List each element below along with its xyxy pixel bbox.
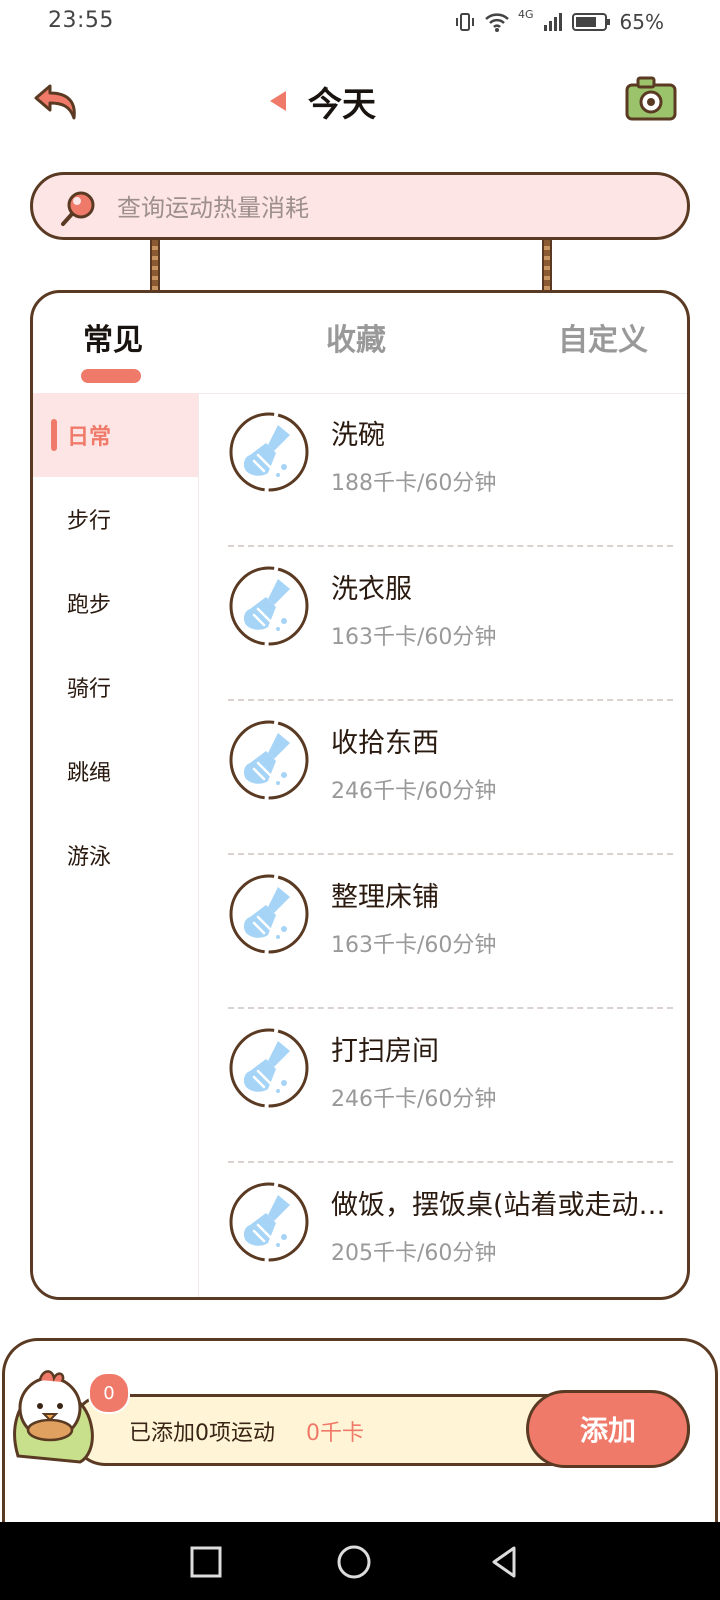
previous-day-arrow-icon[interactable] bbox=[270, 91, 286, 111]
search-bar[interactable] bbox=[30, 172, 690, 240]
sidebar-item-running[interactable]: 跑步 bbox=[33, 561, 198, 645]
page-title[interactable]: 今天 bbox=[308, 77, 376, 126]
activity-name: 洗衣服 bbox=[331, 574, 412, 605]
broom-icon bbox=[229, 566, 309, 646]
tab-label: 常见 bbox=[83, 323, 143, 358]
sidebar-item-jump-rope[interactable]: 跳绳 bbox=[33, 729, 198, 813]
exercise-panel: 常见 收藏 自定义 日常 步行 跑步 骑行 跳绳 游泳 洗碗 188千卡/60分… bbox=[30, 290, 690, 1300]
status-time: 23:55 bbox=[48, 8, 114, 33]
wifi-icon bbox=[485, 13, 509, 32]
broom-icon bbox=[229, 1028, 309, 1108]
activity-calories: 246千卡/60分钟 bbox=[331, 1087, 497, 1112]
activity-calories: 246千卡/60分钟 bbox=[331, 779, 497, 804]
status-icons: 4G 65% bbox=[454, 7, 664, 34]
list-item[interactable]: 整理床铺 163千卡/60分钟 bbox=[198, 855, 687, 1009]
sidebar-item-label: 游泳 bbox=[67, 845, 112, 870]
added-count-text: 已添加0项运动 bbox=[129, 1421, 275, 1446]
search-input[interactable] bbox=[115, 187, 659, 229]
category-tabs: 常见 收藏 自定义 bbox=[33, 293, 687, 394]
back-arrow-icon[interactable] bbox=[30, 72, 86, 128]
home-icon[interactable] bbox=[334, 1542, 374, 1582]
sidebar-item-swimming[interactable]: 游泳 bbox=[33, 813, 198, 897]
broom-icon bbox=[229, 412, 309, 492]
activity-list: 洗碗 188千卡/60分钟 洗衣服 163千卡/60分钟 收拾东西 246千卡/… bbox=[198, 393, 687, 1297]
category-sidebar: 日常 步行 跑步 骑行 跳绳 游泳 bbox=[33, 393, 199, 1297]
sidebar-item-label: 日常 bbox=[67, 425, 112, 450]
camera-icon[interactable] bbox=[624, 72, 678, 126]
battery-level: 65% bbox=[619, 10, 664, 34]
activity-name: 做饭，摆饭桌(站着或走动… bbox=[331, 1190, 666, 1221]
network-type: 4G bbox=[518, 7, 534, 21]
list-item[interactable]: 打扫房间 246千卡/60分钟 bbox=[198, 1009, 687, 1163]
broom-icon bbox=[229, 1182, 309, 1262]
activity-name: 收拾东西 bbox=[331, 728, 439, 759]
tab-label: 自定义 bbox=[558, 323, 648, 358]
added-calories-text: 0千卡 bbox=[306, 1421, 364, 1446]
sidebar-item-label: 骑行 bbox=[67, 677, 112, 702]
activity-calories: 188千卡/60分钟 bbox=[331, 471, 497, 496]
status-bar: 23:55 4G 65% bbox=[0, 0, 720, 48]
activity-name: 洗碗 bbox=[331, 420, 385, 451]
sidebar-item-daily[interactable]: 日常 bbox=[33, 393, 198, 477]
sidebar-item-label: 跑步 bbox=[67, 593, 112, 618]
list-item[interactable]: 洗衣服 163千卡/60分钟 bbox=[198, 547, 687, 701]
activity-calories: 163千卡/60分钟 bbox=[331, 933, 497, 958]
date-selector: 今天 bbox=[270, 76, 450, 126]
broom-icon bbox=[229, 874, 309, 954]
battery-icon bbox=[571, 13, 610, 31]
sidebar-item-label: 跳绳 bbox=[67, 761, 112, 786]
activity-calories: 205千卡/60分钟 bbox=[331, 1241, 497, 1266]
add-button[interactable]: 添加 bbox=[526, 1390, 690, 1468]
broom-icon bbox=[229, 720, 309, 800]
tab-custom[interactable]: 自定义 bbox=[553, 315, 653, 365]
tab-common[interactable]: 常见 bbox=[78, 315, 148, 383]
activity-calories: 163千卡/60分钟 bbox=[331, 625, 497, 650]
activity-name: 打扫房间 bbox=[331, 1036, 439, 1067]
vibrate-icon bbox=[456, 13, 475, 31]
list-item[interactable]: 收拾东西 246千卡/60分钟 bbox=[198, 701, 687, 855]
system-nav-bar bbox=[0, 1522, 720, 1600]
list-item[interactable]: 做饭，摆饭桌(站着或走动… 205千卡/60分钟 bbox=[198, 1163, 687, 1297]
signal-icon bbox=[543, 13, 562, 31]
activity-name: 整理床铺 bbox=[331, 882, 439, 913]
search-icon bbox=[61, 191, 95, 226]
tab-label: 收藏 bbox=[326, 323, 386, 358]
rope-decoration bbox=[542, 240, 552, 290]
tab-favorites[interactable]: 收藏 bbox=[321, 315, 391, 365]
sidebar-item-walking[interactable]: 步行 bbox=[33, 477, 198, 561]
header: 今天 bbox=[0, 62, 720, 138]
sidebar-item-label: 步行 bbox=[67, 509, 112, 534]
recent-apps-icon[interactable] bbox=[186, 1542, 226, 1582]
back-icon[interactable] bbox=[484, 1542, 524, 1582]
active-category-indicator bbox=[51, 419, 57, 451]
rope-decoration bbox=[150, 240, 160, 290]
sidebar-item-cycling[interactable]: 骑行 bbox=[33, 645, 198, 729]
active-tab-indicator bbox=[81, 369, 141, 383]
count-badge: 0 bbox=[88, 1372, 130, 1414]
list-item[interactable]: 洗碗 188千卡/60分钟 bbox=[198, 393, 687, 547]
